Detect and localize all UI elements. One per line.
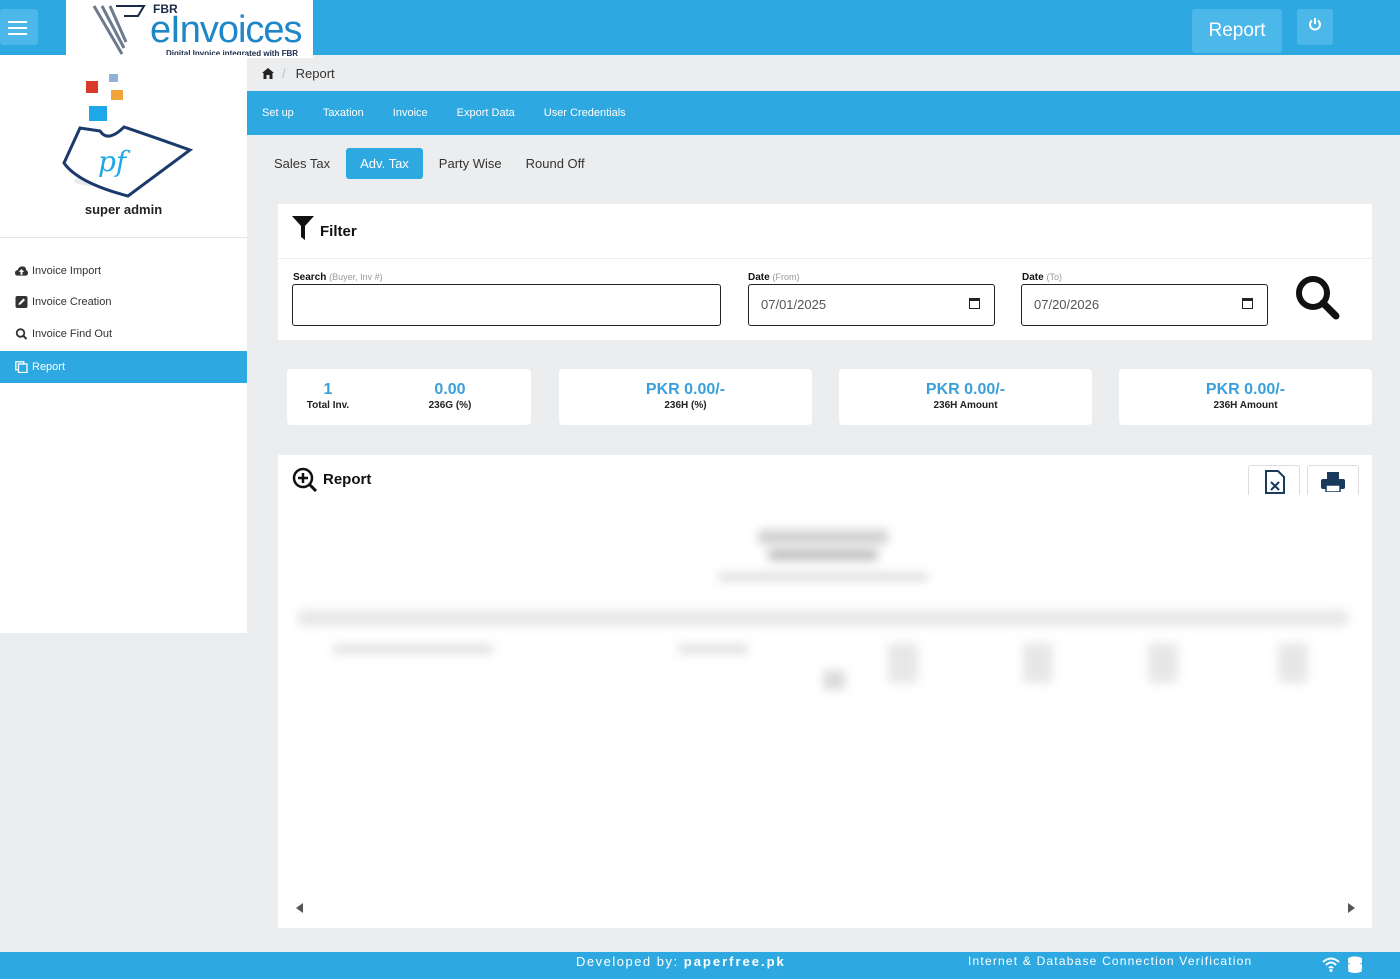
scroll-right-arrow[interactable] bbox=[1348, 903, 1355, 913]
stat-label: 236H Amount bbox=[933, 400, 998, 411]
filter-panel: Filter Search (Buyer, Inv #) Date (From)… bbox=[278, 204, 1372, 340]
search-input[interactable] bbox=[292, 284, 721, 326]
tab-round-off[interactable]: Round Off bbox=[518, 148, 593, 179]
search-icon bbox=[15, 328, 28, 340]
report-tabs: Sales Tax Adv. Tax Party Wise Round Off bbox=[266, 148, 601, 179]
cloud-upload-icon bbox=[15, 266, 28, 276]
sidebar-item-label: Invoice Creation bbox=[32, 296, 112, 308]
filter-icon bbox=[292, 216, 314, 240]
main-menu: Set up Taxation Invoice Export Data User… bbox=[247, 91, 1400, 135]
developer-prefix: Developed by: bbox=[576, 954, 679, 969]
filter-title: Filter bbox=[320, 223, 357, 240]
stat-236g: 0.00 236G (%) bbox=[369, 369, 531, 425]
user-avatar: pf bbox=[62, 74, 194, 198]
breadcrumb-separator: / bbox=[282, 65, 286, 81]
stat-label: Total Inv. bbox=[306, 400, 350, 411]
stat-label: 236H (%) bbox=[664, 400, 707, 411]
stat-value: PKR 0.00/- bbox=[645, 381, 726, 398]
home-icon[interactable] bbox=[262, 67, 274, 79]
menu-setup[interactable]: Set up bbox=[262, 107, 294, 119]
stat-card-total: 1 Total Inv. 0.00 236G (%) bbox=[287, 369, 531, 425]
stat-label: 236H Amount bbox=[1213, 400, 1278, 411]
stat-card-236h-amount-2: PKR 0.00/- 236H Amount bbox=[1119, 369, 1372, 425]
report-button[interactable]: Report bbox=[1192, 9, 1282, 53]
svg-text:pf: pf bbox=[98, 145, 131, 178]
menu-user-credentials[interactable]: User Credentials bbox=[544, 107, 626, 119]
sidebar-item-invoice-creation[interactable]: Invoice Creation bbox=[0, 286, 247, 318]
report-panel: Report bbox=[278, 455, 1372, 928]
search-button-icon[interactable] bbox=[1294, 274, 1340, 320]
date-to-label: Date (To) bbox=[1022, 272, 1062, 283]
menu-taxation[interactable]: Taxation bbox=[323, 107, 364, 119]
date-to-hint: (To) bbox=[1046, 272, 1062, 282]
search-label-text: Search bbox=[293, 272, 327, 283]
menu-export-data[interactable]: Export Data bbox=[457, 107, 515, 119]
calendar-icon[interactable] bbox=[969, 298, 980, 309]
sidebar-item-invoice-find-out[interactable]: Invoice Find Out bbox=[0, 318, 247, 350]
calendar-icon[interactable] bbox=[1242, 298, 1253, 309]
stat-card-236h-amount: PKR 0.00/- 236H Amount bbox=[839, 369, 1092, 425]
scroll-left-arrow[interactable] bbox=[296, 903, 303, 913]
stat-label: 236G (%) bbox=[428, 400, 472, 411]
date-from-hint: (From) bbox=[772, 272, 800, 282]
logo-mark-icon bbox=[92, 5, 146, 55]
date-from-value: 07/01/2025 bbox=[761, 297, 827, 312]
sidebar: pf super admin Invoice Import Invoice Cr… bbox=[0, 55, 247, 633]
sidebar-item-label: Report bbox=[32, 361, 66, 373]
stat-total-inv: 1 Total Inv. bbox=[287, 369, 369, 425]
date-from-input[interactable]: 07/01/2025 bbox=[748, 284, 995, 326]
filter-heading: Filter bbox=[292, 216, 357, 240]
sidebar-item-invoice-import[interactable]: Invoice Import bbox=[0, 255, 247, 287]
filter-divider bbox=[278, 258, 1372, 259]
stat-card-236h-percent: PKR 0.00/- 236H (%) bbox=[559, 369, 812, 425]
tab-party-wise[interactable]: Party Wise bbox=[431, 148, 510, 179]
stat-value: PKR 0.00/- bbox=[1205, 381, 1286, 398]
user-name: super admin bbox=[84, 202, 163, 217]
sidebar-item-label: Invoice Import bbox=[32, 265, 102, 277]
tab-sales-tax[interactable]: Sales Tax bbox=[266, 148, 338, 179]
power-icon[interactable] bbox=[1297, 9, 1333, 45]
date-to-value: 07/20/2026 bbox=[1034, 297, 1100, 312]
stat-value: PKR 0.00/- bbox=[925, 381, 1006, 398]
date-to-label-text: Date bbox=[1022, 272, 1044, 283]
search-label: Search (Buyer, Inv #) bbox=[293, 272, 383, 283]
stat-value: 0.00 bbox=[434, 381, 466, 398]
menu-invoice[interactable]: Invoice bbox=[393, 107, 428, 119]
sidebar-item-report[interactable]: Report bbox=[0, 351, 247, 383]
sidebar-divider bbox=[0, 237, 247, 238]
database-icon bbox=[1348, 956, 1362, 973]
developer-link[interactable]: paperfree.pk bbox=[684, 954, 786, 969]
search-hint: (Buyer, Inv #) bbox=[329, 272, 383, 282]
wifi-icon bbox=[1322, 957, 1340, 972]
copy-icon bbox=[15, 361, 28, 373]
date-from-label-text: Date bbox=[748, 272, 770, 283]
sidebar-item-label: Invoice Find Out bbox=[32, 328, 113, 340]
date-from-label: Date (From) bbox=[748, 272, 799, 283]
report-preview-blurred bbox=[278, 485, 1372, 735]
stat-value: 1 bbox=[323, 381, 333, 398]
connection-verification-text: Internet & Database Connection Verificat… bbox=[968, 954, 1253, 968]
logo-title: eInvoices bbox=[150, 9, 303, 51]
edit-icon bbox=[15, 296, 28, 308]
date-to-input[interactable]: 07/20/2026 bbox=[1021, 284, 1268, 326]
menu-toggle-button[interactable] bbox=[0, 9, 38, 45]
breadcrumb-current: Report bbox=[295, 65, 335, 81]
footer: Developed by: paperfree.pk Internet & Da… bbox=[0, 952, 1400, 979]
tab-adv-tax[interactable]: Adv. Tax bbox=[346, 148, 423, 179]
breadcrumb: / Report bbox=[247, 55, 1400, 91]
developer-credit: Developed by: paperfree.pk bbox=[576, 954, 786, 969]
